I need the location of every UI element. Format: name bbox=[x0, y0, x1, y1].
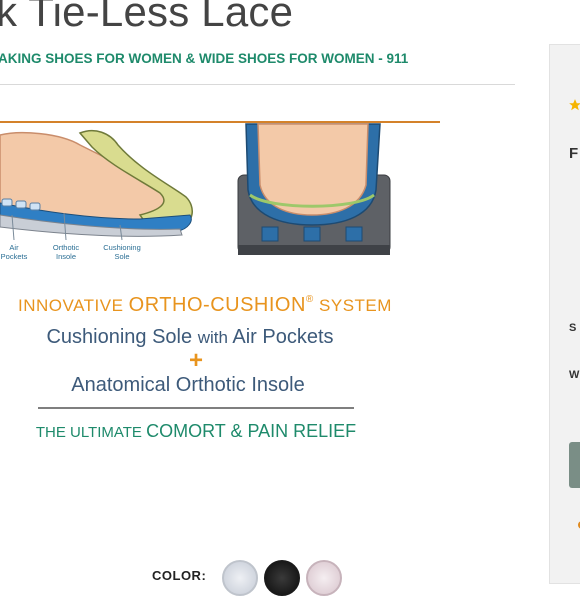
color-label: COLOR: bbox=[152, 568, 207, 583]
headline-brand: ORTHO-CUSHION bbox=[129, 294, 306, 316]
line-a-part-1: Cushioning Sole bbox=[46, 326, 197, 348]
callout-cushioning-sole-2: Sole bbox=[114, 252, 129, 261]
plus-sign: + bbox=[189, 347, 203, 374]
product-title: k Tie-Less Lace bbox=[0, 0, 294, 35]
color-swatch-light-gray[interactable] bbox=[222, 560, 258, 596]
line-a-part-3: Air Pockets bbox=[228, 326, 334, 348]
title-divider bbox=[0, 84, 515, 85]
tagline-part-1: THE ULTIMATE bbox=[36, 424, 146, 441]
line-anatomical-insole: Anatomical Orthotic Insole bbox=[71, 374, 304, 396]
heel-back-view-illustration bbox=[237, 123, 391, 255]
callout-air-pockets-1: Air bbox=[9, 243, 19, 252]
add-to-cart-button[interactable] bbox=[569, 442, 580, 488]
product-feature-image[interactable]: Air Pockets Orthotic Insole Cushioning S… bbox=[0, 115, 520, 455]
line-cushioning-sole: Cushioning Sole with Air Pockets bbox=[46, 326, 333, 348]
foot-side-view-illustration bbox=[0, 129, 193, 241]
panel-width-label-partial: W bbox=[569, 369, 580, 381]
color-swatch-pink[interactable] bbox=[306, 560, 342, 596]
headline-post: SYSTEM bbox=[314, 296, 392, 315]
panel-heading-partial: F bbox=[569, 145, 579, 162]
color-swatch-black[interactable] bbox=[264, 560, 300, 596]
purchase-side-panel: F S W bbox=[549, 44, 580, 584]
panel-size-label-partial: S bbox=[569, 322, 577, 334]
system-headline: INNOVATIVE ORTHO-CUSHION® SYSTEM bbox=[18, 294, 392, 316]
callout-orthotic-insole-1: Orthotic bbox=[53, 243, 80, 252]
callout-air-pockets-2: Pockets bbox=[1, 252, 28, 261]
line-a-part-2: with bbox=[197, 328, 228, 347]
star-icon bbox=[569, 99, 580, 111]
headline-reg: ® bbox=[306, 294, 314, 305]
callout-orthotic-insole-2: Insole bbox=[56, 252, 76, 261]
headline-pre: INNOVATIVE bbox=[18, 296, 129, 315]
product-category-subtitle: AKING SHOES FOR WOMEN & WIDE SHOES FOR W… bbox=[0, 51, 409, 66]
tagline: THE ULTIMATE COMORT & PAIN RELIEF bbox=[36, 421, 356, 441]
tagline-part-2: COMORT & PAIN RELIEF bbox=[146, 421, 356, 441]
callout-cushioning-sole-1: Cushioning bbox=[103, 243, 141, 252]
